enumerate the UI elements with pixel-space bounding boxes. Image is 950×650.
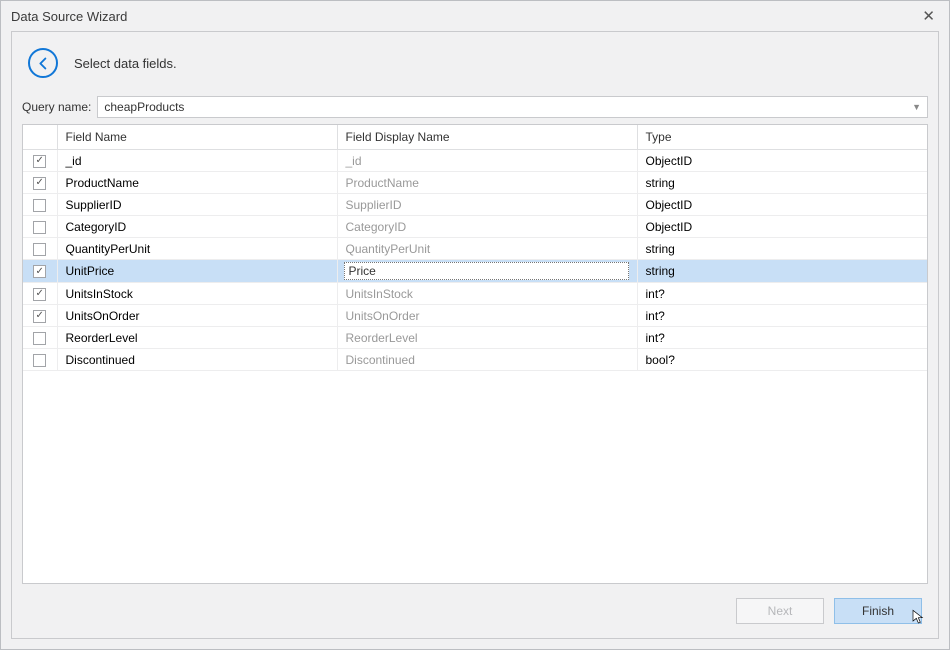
type-cell: ObjectID	[637, 216, 927, 238]
type-cell: string	[637, 172, 927, 194]
type-cell: string	[637, 238, 927, 260]
field-name-cell[interactable]: ProductName	[57, 172, 337, 194]
checkbox-cell[interactable]	[23, 283, 57, 305]
type-cell: int?	[637, 327, 927, 349]
display-name-cell[interactable]: QuantityPerUnit	[337, 238, 637, 260]
field-name-cell[interactable]: Discontinued	[57, 349, 337, 371]
table-row[interactable]: UnitsOnOrderUnitsOnOrderint?	[23, 305, 927, 327]
col-header-display-name[interactable]: Field Display Name	[337, 125, 637, 150]
field-checkbox[interactable]	[33, 265, 46, 278]
field-name-cell[interactable]: UnitPrice	[57, 260, 337, 283]
query-name-combo[interactable]: ▼	[97, 96, 928, 118]
data-source-wizard-dialog: Data Source Wizard ✕ Select data fields.…	[0, 0, 950, 650]
field-name-cell[interactable]: UnitsInStock	[57, 283, 337, 305]
table-row[interactable]: SupplierIDSupplierIDObjectID	[23, 194, 927, 216]
checkbox-cell[interactable]	[23, 194, 57, 216]
type-cell: int?	[637, 283, 927, 305]
display-name-cell[interactable]: ProductName	[337, 172, 637, 194]
content-frame: Select data fields. Query name: ▼ Field …	[11, 31, 939, 639]
display-name-cell[interactable]: ReorderLevel	[337, 327, 637, 349]
field-name-cell[interactable]: SupplierID	[57, 194, 337, 216]
checkbox-cell[interactable]	[23, 349, 57, 371]
header-row: Select data fields.	[12, 32, 938, 94]
table-row[interactable]: ReorderLevelReorderLevelint?	[23, 327, 927, 349]
field-name-cell[interactable]: ReorderLevel	[57, 327, 337, 349]
field-name-cell[interactable]: _id	[57, 150, 337, 172]
type-cell: ObjectID	[637, 194, 927, 216]
type-cell: int?	[637, 305, 927, 327]
display-name-cell[interactable]: CategoryID	[337, 216, 637, 238]
type-cell: string	[637, 260, 927, 283]
titlebar: Data Source Wizard ✕	[1, 1, 949, 31]
query-row: Query name: ▼	[12, 94, 938, 124]
display-name-editor[interactable]: Price	[344, 262, 629, 280]
table-row[interactable]: DiscontinuedDiscontinuedbool?	[23, 349, 927, 371]
fields-table: Field Name Field Display Name Type _id_i…	[23, 125, 927, 371]
finish-button[interactable]: Finish	[834, 598, 922, 624]
close-button[interactable]: ✕	[918, 7, 939, 25]
back-button[interactable]	[28, 48, 58, 78]
field-checkbox[interactable]	[33, 332, 46, 345]
display-name-cell[interactable]: _id	[337, 150, 637, 172]
field-checkbox[interactable]	[33, 177, 46, 190]
field-checkbox[interactable]	[33, 155, 46, 168]
checkbox-cell[interactable]	[23, 305, 57, 327]
col-header-type[interactable]: Type	[637, 125, 927, 150]
dialog-title: Data Source Wizard	[11, 9, 127, 24]
button-bar: Next Finish	[12, 584, 938, 638]
finish-button-label: Finish	[862, 604, 894, 618]
fields-grid: Field Name Field Display Name Type _id_i…	[22, 124, 928, 584]
display-name-cell[interactable]: Discontinued	[337, 349, 637, 371]
chevron-down-icon[interactable]: ▼	[912, 102, 921, 112]
instruction-text: Select data fields.	[74, 56, 177, 71]
checkbox-cell[interactable]	[23, 327, 57, 349]
field-checkbox[interactable]	[33, 288, 46, 301]
type-cell: ObjectID	[637, 150, 927, 172]
checkbox-cell[interactable]	[23, 260, 57, 283]
query-name-input[interactable]	[104, 100, 912, 114]
field-checkbox[interactable]	[33, 243, 46, 256]
col-header-check[interactable]	[23, 125, 57, 150]
table-header-row: Field Name Field Display Name Type	[23, 125, 927, 150]
cursor-icon	[911, 609, 927, 625]
field-checkbox[interactable]	[33, 310, 46, 323]
checkbox-cell[interactable]	[23, 172, 57, 194]
field-name-cell[interactable]: CategoryID	[57, 216, 337, 238]
table-row[interactable]: UnitPrice Price string	[23, 260, 927, 283]
query-name-label: Query name:	[22, 100, 91, 114]
checkbox-cell[interactable]	[23, 216, 57, 238]
table-row[interactable]: QuantityPerUnitQuantityPerUnitstring	[23, 238, 927, 260]
table-row[interactable]: CategoryIDCategoryIDObjectID	[23, 216, 927, 238]
table-row[interactable]: UnitsInStockUnitsInStockint?	[23, 283, 927, 305]
display-name-cell[interactable]: UnitsInStock	[337, 283, 637, 305]
field-checkbox[interactable]	[33, 199, 46, 212]
field-name-cell[interactable]: QuantityPerUnit	[57, 238, 337, 260]
table-row[interactable]: _id_idObjectID	[23, 150, 927, 172]
field-checkbox[interactable]	[33, 221, 46, 234]
type-cell: bool?	[637, 349, 927, 371]
display-name-cell[interactable]: SupplierID	[337, 194, 637, 216]
checkbox-cell[interactable]	[23, 150, 57, 172]
display-name-cell[interactable]: Price	[337, 260, 637, 283]
checkbox-cell[interactable]	[23, 238, 57, 260]
field-name-cell[interactable]: UnitsOnOrder	[57, 305, 337, 327]
next-button: Next	[736, 598, 824, 624]
table-row[interactable]: ProductNameProductNamestring	[23, 172, 927, 194]
field-checkbox[interactable]	[33, 354, 46, 367]
display-name-cell[interactable]: UnitsOnOrder	[337, 305, 637, 327]
arrow-left-icon	[36, 56, 51, 71]
col-header-field-name[interactable]: Field Name	[57, 125, 337, 150]
